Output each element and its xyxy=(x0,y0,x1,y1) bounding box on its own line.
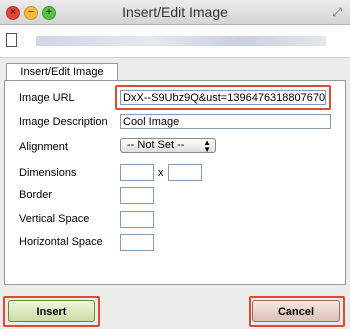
cancel-button-highlight xyxy=(249,296,345,327)
border-label: Border xyxy=(19,189,53,201)
vertical-space-input[interactable] xyxy=(120,211,154,228)
border-input[interactable] xyxy=(120,187,154,204)
horizontal-space-input[interactable] xyxy=(120,234,154,251)
dialog-footer: Insert Cancel xyxy=(0,292,350,329)
resize-icon[interactable]: ⤢ xyxy=(330,5,344,19)
document-icon xyxy=(6,33,17,47)
horizontal-space-label: Horizontal Space xyxy=(19,236,103,248)
insert-button-highlight xyxy=(3,296,100,327)
vertical-space-label: Vertical Space xyxy=(19,213,90,225)
width-input[interactable] xyxy=(120,164,154,181)
insert-edit-image-window: × − + Insert/Edit Image ⤢ Insert/Edit Im… xyxy=(0,0,350,329)
height-input[interactable] xyxy=(168,164,202,181)
blurred-url xyxy=(36,36,326,46)
image-url-highlight xyxy=(115,85,331,110)
tab-insert-edit-image[interactable]: Insert/Edit Image xyxy=(6,63,118,81)
dimensions-label: Dimensions xyxy=(19,167,77,179)
form-panel: Image URL DxX--S9Ubz9Q&ust=1396476318807… xyxy=(4,80,346,285)
window-title: Insert/Edit Image xyxy=(122,4,228,20)
alignment-label: Alignment xyxy=(19,141,68,153)
image-description-input[interactable]: Cool Image xyxy=(120,114,331,129)
alignment-value: -- Not Set -- xyxy=(127,139,185,151)
image-url-label: Image URL xyxy=(19,92,75,104)
dialog-content: Insert/Edit Image Image URL DxX--S9Ubz9Q… xyxy=(4,63,346,285)
alignment-select[interactable]: -- Not Set -- ▲ ▼ xyxy=(120,138,216,154)
title-bar[interactable]: × − + Insert/Edit Image ⤢ xyxy=(0,0,350,25)
updown-icon: ▲ ▼ xyxy=(203,138,211,154)
dimensions-separator: x xyxy=(158,167,164,179)
image-description-label: Image Description xyxy=(19,116,108,128)
address-bar xyxy=(0,25,350,58)
